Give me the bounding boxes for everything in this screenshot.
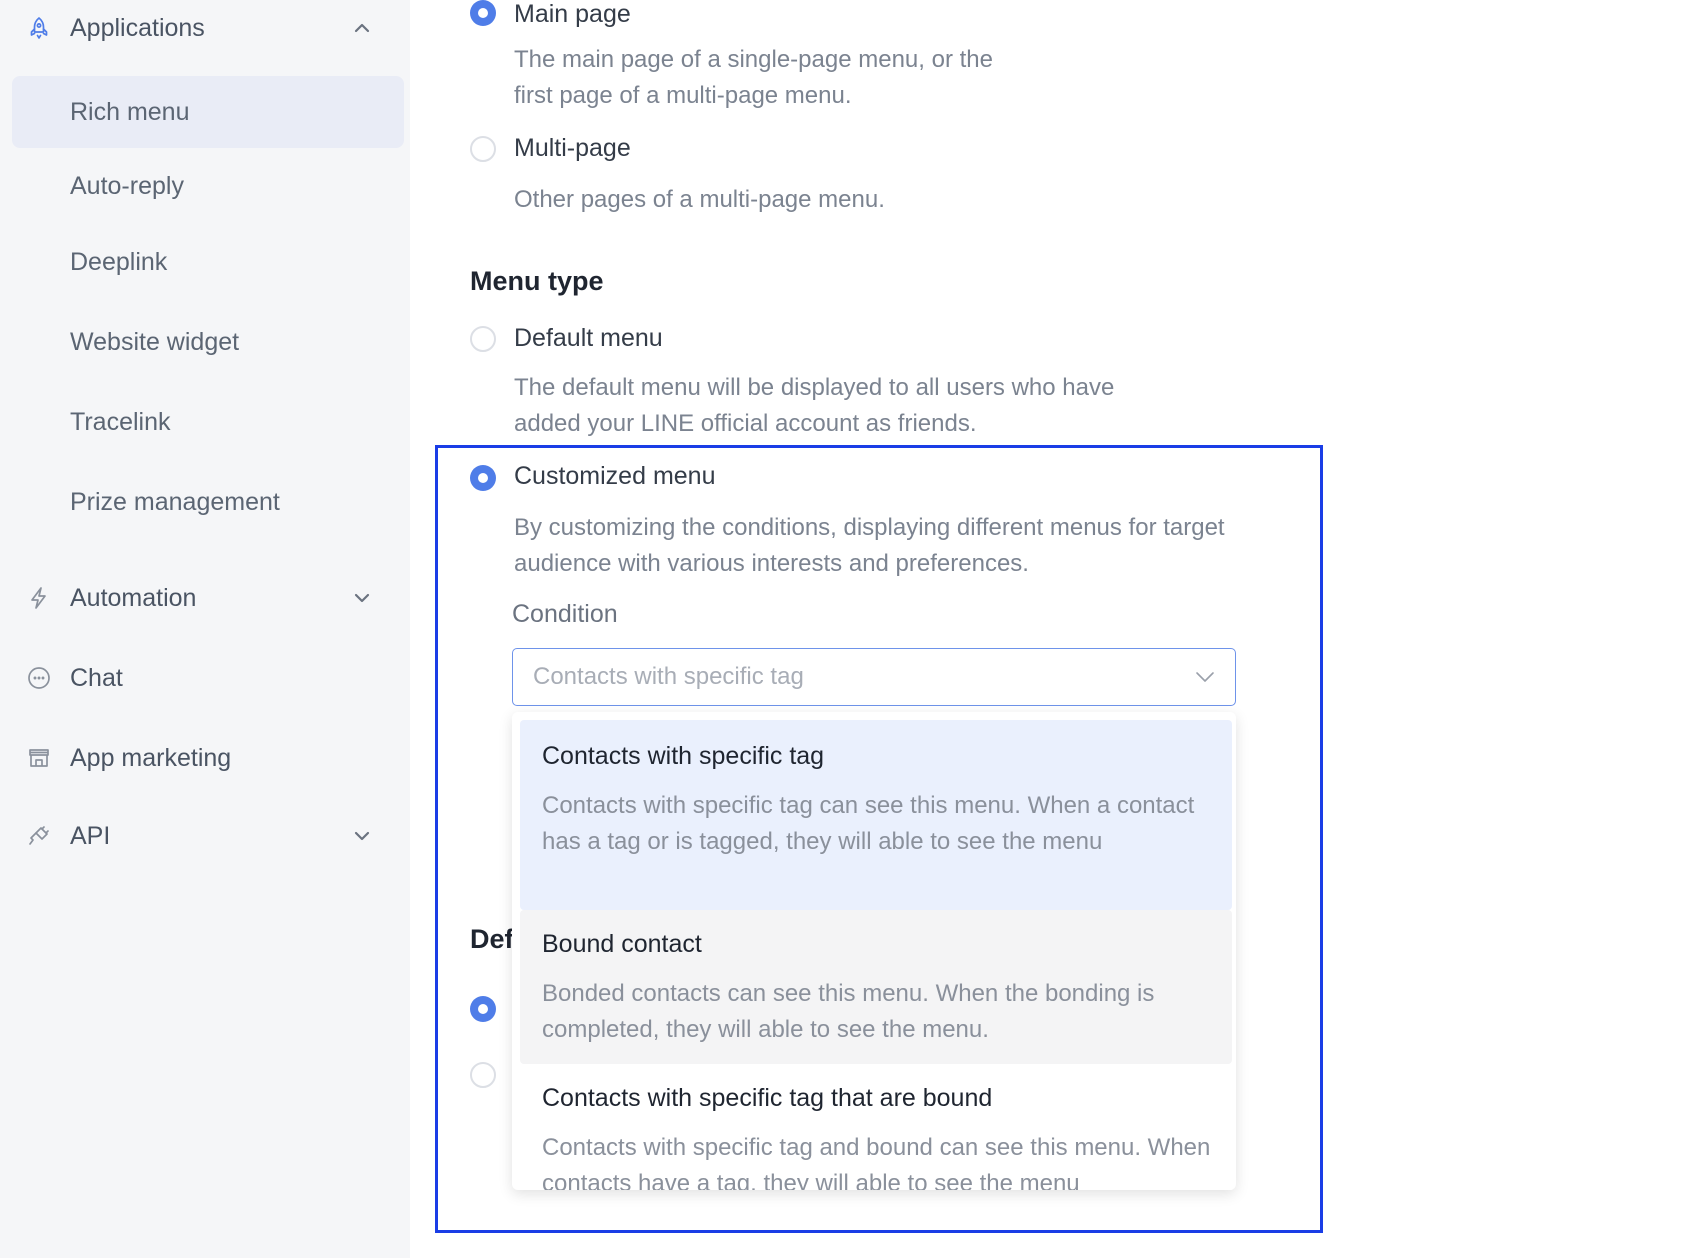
chevron-up-icon[interactable] [350, 16, 374, 40]
lightning-icon [26, 585, 52, 611]
dropdown-option-specific-tag[interactable]: Contacts with specific tag Contacts with… [520, 720, 1232, 910]
dropdown-option-bound-contact[interactable]: Bound contact Bonded contacts can see th… [520, 910, 1232, 1064]
sidebar-item-deeplink[interactable]: Deeplink [12, 226, 404, 298]
sidebar-item-tracelink[interactable]: Tracelink [12, 386, 404, 458]
sidebar-item-auto-reply[interactable]: Auto-reply [12, 150, 404, 222]
condition-select-value: Contacts with specific tag [533, 663, 804, 690]
sidebar-item-rich-menu[interactable]: Rich menu [12, 76, 404, 148]
nav-group-label: API [70, 821, 111, 850]
condition-dropdown: Contacts with specific tag Contacts with… [512, 712, 1236, 1190]
chevron-down-icon[interactable] [350, 586, 374, 610]
radio-default-menu[interactable] [470, 326, 496, 352]
nav-group-label: Chat [70, 663, 123, 692]
radio-label-main-page: Main page [514, 0, 631, 28]
sidebar-item-website-widget[interactable]: Website widget [12, 306, 404, 378]
nav-group-applications[interactable]: Applications [0, 0, 410, 58]
sidebar-item-label: Auto-reply [70, 171, 184, 200]
option-description: Contacts with specific tag can see this … [542, 792, 1195, 855]
nav-group-label: Applications [70, 13, 205, 42]
option-description: Bonded contacts can see this menu. When … [542, 980, 1155, 1043]
sidebar-item-label: Deeplink [70, 247, 168, 276]
chevron-down-icon[interactable] [350, 824, 374, 848]
option-title: Contacts with specific tag that are boun… [542, 1084, 993, 1112]
chevron-down-icon [1193, 665, 1217, 689]
multi-page-description: Other pages of a multi-page menu. [514, 186, 885, 213]
sidebar-item-label: Tracelink [70, 407, 171, 436]
default-menu-description: The default menu will be displayed to al… [514, 374, 1115, 437]
sidebar-item-label: Rich menu [70, 97, 190, 126]
option-title: Bound contact [542, 930, 702, 958]
nav-group-chat[interactable]: Chat [0, 648, 410, 708]
store-icon [26, 745, 52, 771]
radio-label-customized-menu: Customized menu [514, 462, 716, 490]
radio-label-default-menu: Default menu [514, 324, 663, 352]
nav-group-app-marketing[interactable]: App marketing [0, 728, 410, 788]
nav-group-automation[interactable]: Automation [0, 568, 410, 628]
dropdown-option-specific-tag-bound[interactable]: Contacts with specific tag that are boun… [520, 1064, 1232, 1190]
condition-label: Condition [512, 600, 618, 628]
radio-obscured-option-1[interactable] [470, 996, 496, 1022]
option-description: Contacts with specific tag and bound can… [542, 1134, 1211, 1190]
radio-multi-page[interactable] [470, 136, 496, 162]
sidebar-item-label: Prize management [70, 487, 280, 516]
sidebar-item-label: Website widget [70, 327, 240, 356]
obscured-section-title: Def [470, 924, 514, 954]
nav-group-label: App marketing [70, 743, 232, 772]
radio-label-multi-page: Multi-page [514, 134, 631, 162]
sidebar: Applications Rich menu Auto-reply Deepli… [0, 0, 410, 1258]
plug-icon [26, 823, 52, 849]
condition-select[interactable]: Contacts with specific tag [512, 648, 1236, 706]
sidebar-item-prize-management[interactable]: Prize management [12, 466, 404, 538]
radio-customized-menu[interactable] [470, 465, 496, 491]
radio-main-page[interactable] [470, 0, 496, 26]
menu-type-title: Menu type [470, 266, 604, 296]
rocket-icon [26, 15, 52, 41]
chat-bubble-icon [26, 665, 52, 691]
customized-menu-description: By customizing the conditions, displayin… [514, 514, 1225, 577]
nav-group-label: Automation [70, 583, 197, 612]
option-title: Contacts with specific tag [542, 742, 825, 770]
main-page-description: The main page of a single-page menu, or … [514, 46, 993, 109]
nav-group-api[interactable]: API [0, 806, 410, 866]
radio-obscured-option-2[interactable] [470, 1062, 496, 1088]
